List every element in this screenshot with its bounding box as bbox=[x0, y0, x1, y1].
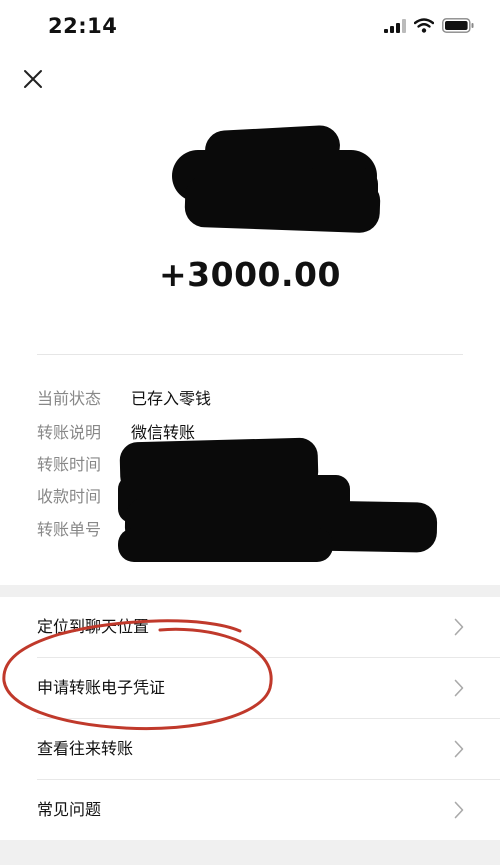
section-separator bbox=[0, 585, 500, 597]
status-time: 22:14 bbox=[48, 14, 118, 38]
detail-row-transfer-time: 转账时间 bbox=[37, 450, 131, 476]
menu-item-locate-chat[interactable]: 定位到聊天位置 bbox=[0, 597, 500, 657]
signal-icon bbox=[384, 18, 406, 33]
detail-value: 已存入零钱 bbox=[131, 389, 212, 408]
menu-item-request-voucher[interactable]: 申请转账电子凭证 bbox=[0, 658, 500, 718]
transfer-amount: +3000.00 bbox=[159, 255, 341, 294]
detail-row-description: 转账说明 微信转账 bbox=[37, 418, 195, 444]
chevron-right-icon bbox=[454, 679, 464, 697]
detail-label: 收款时间 bbox=[37, 487, 102, 506]
bottom-band bbox=[0, 840, 500, 865]
detail-label: 转账时间 bbox=[37, 455, 102, 474]
chevron-right-icon bbox=[454, 740, 464, 758]
status-icons bbox=[384, 18, 474, 33]
detail-value: 微信转账 bbox=[131, 423, 196, 442]
wifi-icon bbox=[414, 18, 434, 33]
menu-item-label: 查看往来转账 bbox=[37, 739, 134, 758]
menu-item-faq[interactable]: 常见问题 bbox=[0, 780, 500, 840]
menu-item-label: 定位到聊天位置 bbox=[37, 617, 150, 636]
chevron-right-icon bbox=[454, 618, 464, 636]
divider bbox=[37, 354, 463, 355]
detail-label: 转账说明 bbox=[37, 423, 102, 442]
chevron-right-icon bbox=[454, 801, 464, 819]
detail-label: 转账单号 bbox=[37, 520, 102, 539]
close-icon[interactable] bbox=[20, 66, 46, 92]
detail-row-order-number: 转账单号 bbox=[37, 515, 131, 541]
battery-icon bbox=[442, 18, 474, 33]
status-bar: 22:14 bbox=[0, 0, 500, 56]
detail-label: 当前状态 bbox=[37, 389, 102, 408]
menu-item-label: 常见问题 bbox=[37, 800, 102, 819]
menu-item-view-transfers[interactable]: 查看往来转账 bbox=[0, 719, 500, 779]
detail-row-status: 当前状态 已存入零钱 bbox=[37, 384, 211, 410]
detail-row-receive-time: 收款时间 bbox=[37, 482, 131, 508]
menu-item-label: 申请转账电子凭证 bbox=[37, 678, 166, 697]
